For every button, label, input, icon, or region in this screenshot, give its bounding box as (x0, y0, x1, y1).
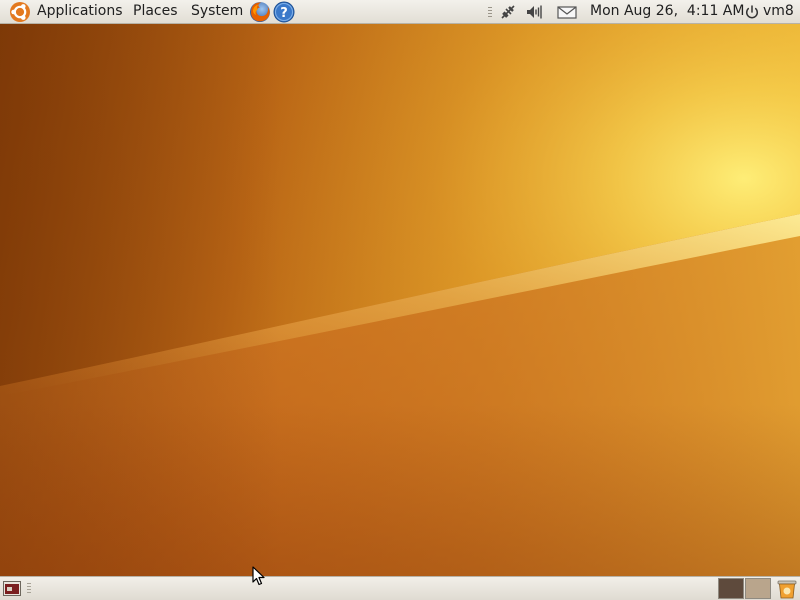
help-launcher-icon[interactable]: ? (273, 1, 295, 23)
firefox-launcher-icon[interactable] (249, 1, 271, 23)
volume-icon[interactable] (525, 3, 543, 21)
network-disconnected-icon[interactable] (499, 3, 517, 21)
clock[interactable]: Mon Aug 26, 4:11 AM (590, 0, 744, 24)
wallpaper-image (0, 24, 800, 576)
window-list-handle[interactable] (27, 583, 31, 593)
places-menu[interactable]: Places (133, 0, 178, 24)
trash-icon[interactable] (776, 578, 798, 600)
ubuntu-desktop-screen: Applications Places System ? Mon Aug 26,… (0, 0, 800, 600)
user-name[interactable]: vm8 (763, 0, 794, 24)
power-icon[interactable] (743, 3, 761, 21)
desktop-wallpaper[interactable] (0, 24, 800, 576)
workspace-switcher-1[interactable] (718, 578, 744, 599)
workspace-switcher-2[interactable] (745, 578, 771, 599)
mouse-cursor-icon (252, 566, 265, 586)
top-panel: Applications Places System ? Mon Aug 26,… (0, 0, 800, 24)
system-menu[interactable]: System (191, 0, 243, 24)
mail-icon[interactable] (556, 3, 578, 21)
tray-drag-handle[interactable] (488, 7, 492, 17)
show-desktop-icon[interactable] (2, 579, 22, 598)
ubuntu-logo-icon[interactable] (9, 1, 31, 23)
svg-text:?: ? (280, 6, 288, 21)
applications-menu[interactable]: Applications (37, 0, 123, 24)
bottom-panel (0, 576, 800, 600)
